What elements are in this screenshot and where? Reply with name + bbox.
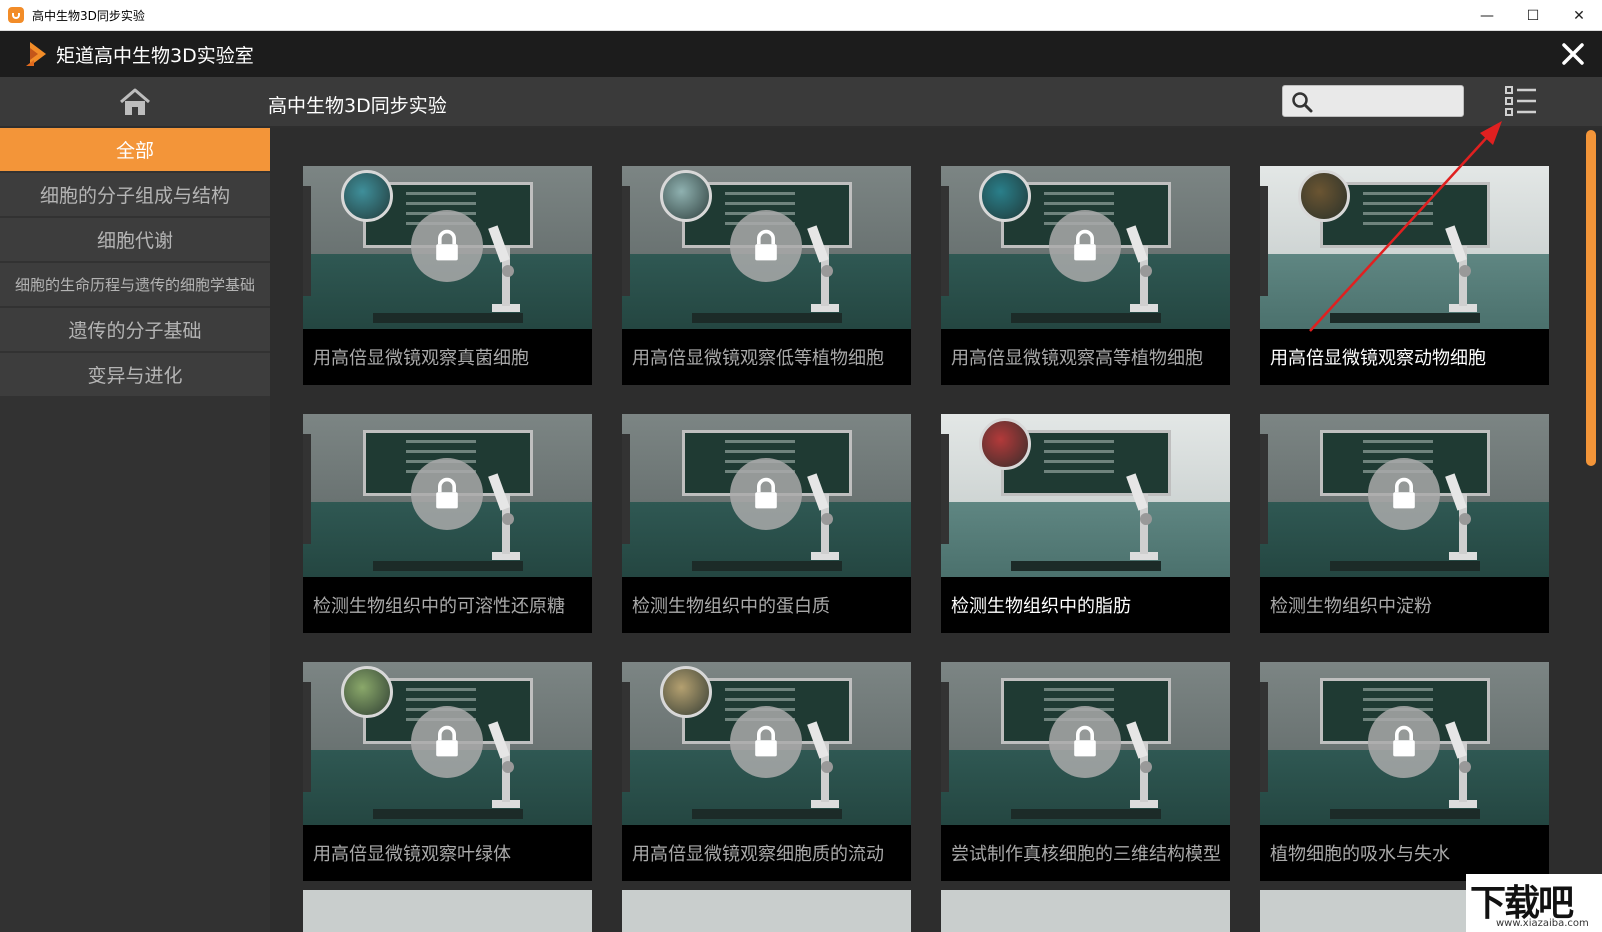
home-icon[interactable] — [118, 87, 152, 117]
window-controls: — ☐ ✕ — [1464, 0, 1602, 31]
experiment-title: 用高倍显微镜观察高等植物细胞 — [951, 348, 1203, 369]
search-icon — [1292, 92, 1313, 113]
experiment-thumbnail — [941, 662, 1230, 825]
experiment-thumbnail — [1260, 662, 1549, 825]
experiment-card[interactable]: 用高倍显微镜观察动物细胞 — [1260, 166, 1549, 385]
scrollbar-thumb[interactable] — [1586, 130, 1596, 466]
experiment-grid: 用高倍显微镜观察真菌细胞 用高倍显微镜观察低等植物细胞 用高倍显微镜观察高等植物细胞… — [270, 128, 1582, 932]
experiment-card[interactable]: 检测生物组织中的可溶性还原糖 — [303, 414, 592, 633]
experiment-card-partial[interactable] — [622, 890, 911, 932]
experiment-thumbnail — [941, 166, 1230, 329]
sample-preview — [341, 666, 393, 718]
sidebar-item-label: 细胞的分子组成与结构 — [39, 185, 230, 207]
close-icon[interactable] — [1558, 39, 1588, 69]
experiment-card-partial[interactable] — [941, 890, 1230, 932]
window-close-button[interactable]: ✕ — [1556, 0, 1602, 31]
page-title: 高中生物3D同步实验 — [268, 95, 447, 117]
lock-icon — [411, 706, 483, 778]
scrollbar[interactable] — [1582, 128, 1602, 932]
experiment-card[interactable]: 用高倍显微镜观察真菌细胞 — [303, 166, 592, 385]
experiment-card-partial[interactable] — [303, 890, 592, 932]
sidebar-item-label: 细胞的生命历程与遗传的细胞学基础 — [14, 276, 255, 294]
experiment-title: 用高倍显微镜观察叶绿体 — [313, 844, 511, 865]
experiment-title: 检测生物组织中的脂肪 — [951, 596, 1131, 617]
lock-icon — [411, 210, 483, 282]
maximize-button[interactable]: ☐ — [1510, 0, 1556, 31]
sidebar-item-all[interactable]: 全部 — [0, 128, 270, 171]
experiment-thumbnail — [622, 414, 911, 577]
experiment-title: 用高倍显微镜观察真菌细胞 — [313, 348, 529, 369]
lock-icon — [1368, 458, 1440, 530]
experiment-card[interactable]: 用高倍显微镜观察细胞质的流动 — [622, 662, 911, 881]
sample-preview — [660, 170, 712, 222]
experiment-card[interactable]: 尝试制作真核细胞的三维结构模型 — [941, 662, 1230, 881]
lock-icon — [730, 458, 802, 530]
experiment-thumbnail — [303, 166, 592, 329]
sample-preview — [979, 418, 1031, 470]
sidebar-item-label: 变异与进化 — [87, 365, 183, 387]
experiment-title: 植物细胞的吸水与失水 — [1270, 844, 1450, 865]
sidebar-item-cell-lifecycle[interactable]: 细胞的生命历程与遗传的细胞学基础 — [0, 263, 270, 306]
watermark-url: www.xiazaiba.com — [1496, 918, 1589, 929]
sidebar-item-metabolism[interactable]: 细胞代谢 — [0, 218, 270, 261]
minimize-button[interactable]: — — [1464, 0, 1510, 31]
app-icon — [8, 7, 24, 23]
sidebar-item-cell-structure[interactable]: 细胞的分子组成与结构 — [0, 173, 270, 216]
experiment-card[interactable]: 用高倍显微镜观察叶绿体 — [303, 662, 592, 881]
experiment-card[interactable]: 检测生物组织中的蛋白质 — [622, 414, 911, 633]
experiment-thumbnail — [1260, 166, 1549, 329]
lock-icon — [1049, 210, 1121, 282]
sidebar-item-label: 遗传的分子基础 — [68, 320, 202, 342]
experiment-thumbnail — [1260, 414, 1549, 577]
sidebar-item-label: 细胞代谢 — [96, 230, 173, 252]
experiment-thumbnail — [941, 414, 1230, 577]
navbar: 高中生物3D同步实验 — [0, 77, 1602, 128]
lock-icon — [1049, 706, 1121, 778]
sample-preview — [979, 170, 1031, 222]
sample-preview — [341, 170, 393, 222]
list-view-icon[interactable] — [1504, 84, 1538, 118]
experiment-title: 检测生物组织中的蛋白质 — [632, 596, 830, 617]
app-logo-icon — [26, 42, 46, 66]
experiment-thumbnail — [303, 662, 592, 825]
experiment-card[interactable]: 检测生物组织中的脂肪 — [941, 414, 1230, 633]
experiment-title: 用高倍显微镜观察低等植物细胞 — [632, 348, 884, 369]
window-title: 高中生物3D同步实验 — [32, 8, 145, 23]
lock-icon — [730, 210, 802, 282]
app-header: 矩道高中生物3D实验室 — [0, 31, 1602, 77]
experiment-title: 检测生物组织中淀粉 — [1270, 596, 1432, 617]
lock-icon — [1368, 706, 1440, 778]
experiment-card[interactable]: 用高倍显微镜观察高等植物细胞 — [941, 166, 1230, 385]
sample-preview — [1298, 170, 1350, 222]
category-sidebar: 全部 细胞的分子组成与结构 细胞代谢 细胞的生命历程与遗传的细胞学基础 遗传的分… — [0, 128, 270, 932]
experiment-title: 用高倍显微镜观察动物细胞 — [1270, 348, 1486, 369]
experiment-title: 用高倍显微镜观察细胞质的流动 — [632, 844, 884, 865]
sample-preview — [660, 666, 712, 718]
experiment-thumbnail — [622, 662, 911, 825]
search-input[interactable] — [1319, 90, 1459, 114]
lock-icon — [411, 458, 483, 530]
experiment-title: 检测生物组织中的可溶性还原糖 — [313, 596, 565, 617]
experiment-card[interactable]: 植物细胞的吸水与失水 — [1260, 662, 1549, 881]
lock-icon — [730, 706, 802, 778]
experiment-card[interactable]: 检测生物组织中淀粉 — [1260, 414, 1549, 633]
experiment-title: 尝试制作真核细胞的三维结构模型 — [951, 844, 1221, 865]
sidebar-item-evolution[interactable]: 变异与进化 — [0, 353, 270, 396]
os-titlebar: 高中生物3D同步实验 — ☐ ✕ — [0, 0, 1602, 31]
sidebar-item-label: 全部 — [115, 140, 154, 162]
sidebar-item-molecular-genetics[interactable]: 遗传的分子基础 — [0, 308, 270, 351]
search-box[interactable] — [1282, 85, 1464, 117]
watermark-logo: 下载吧 www.xiazaiba.com — [1466, 874, 1602, 932]
app-title: 矩道高中生物3D实验室 — [56, 44, 254, 67]
experiment-thumbnail — [303, 414, 592, 577]
experiment-card[interactable]: 用高倍显微镜观察低等植物细胞 — [622, 166, 911, 385]
experiment-thumbnail — [622, 166, 911, 329]
